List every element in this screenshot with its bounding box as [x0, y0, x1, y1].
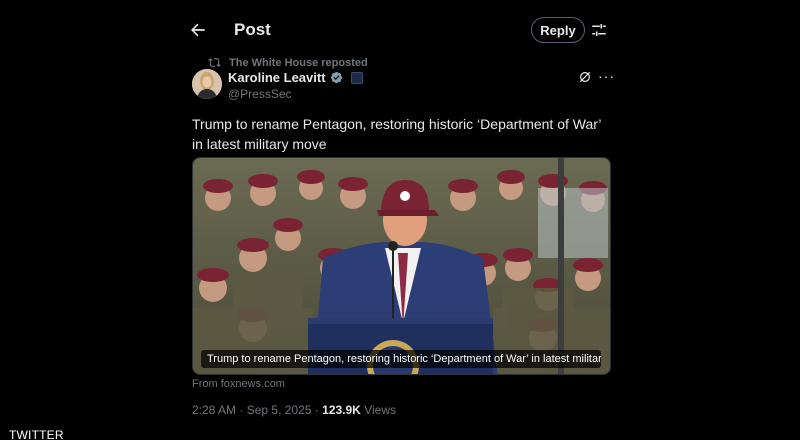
post-column: Post Reply The White House reposted Karo… [180, 0, 620, 440]
post-time[interactable]: 2:28 AM [192, 403, 236, 417]
repost-indicator: The White House reposted [208, 56, 368, 69]
link-card-caption: Trump to rename Pentagon, restoring hist… [201, 350, 601, 368]
post-meta: 2:28 AM · Sep 5, 2025 · 123.9K Views [192, 403, 396, 417]
tweet-text: Trump to rename Pentagon, restoring hist… [192, 116, 602, 152]
views-label: Views [364, 403, 396, 417]
author-handle[interactable]: @PressSec [228, 87, 292, 101]
link-source[interactable]: From foxnews.com [192, 378, 285, 390]
arrow-left-icon[interactable] [188, 20, 208, 40]
top-bar: Post Reply [180, 12, 620, 48]
affiliation-badge-icon[interactable] [350, 71, 363, 84]
avatar[interactable] [192, 69, 222, 99]
page-title: Post [234, 20, 271, 39]
meta-separator-2: · [314, 403, 319, 417]
link-card[interactable]: Trump to rename Pentagon, restoring hist… [192, 157, 611, 375]
sliders-icon[interactable] [590, 21, 608, 39]
author-name[interactable]: Karoline Leavitt [228, 70, 326, 85]
reply-button[interactable]: Reply [531, 17, 585, 43]
views-count: 123.9K [322, 403, 361, 417]
meta-separator: · [239, 403, 244, 417]
repost-icon [208, 58, 221, 67]
grok-icon[interactable] [578, 70, 592, 84]
article-photo [193, 158, 610, 374]
more-dots-icon[interactable]: ··· [598, 68, 615, 84]
post-date[interactable]: Sep 5, 2025 [247, 403, 312, 417]
watermark: TWITTER [9, 428, 64, 440]
author-name-row: Karoline Leavitt [228, 70, 363, 85]
verified-badge-icon[interactable] [330, 71, 343, 84]
repost-text[interactable]: The White House reposted [229, 57, 368, 69]
